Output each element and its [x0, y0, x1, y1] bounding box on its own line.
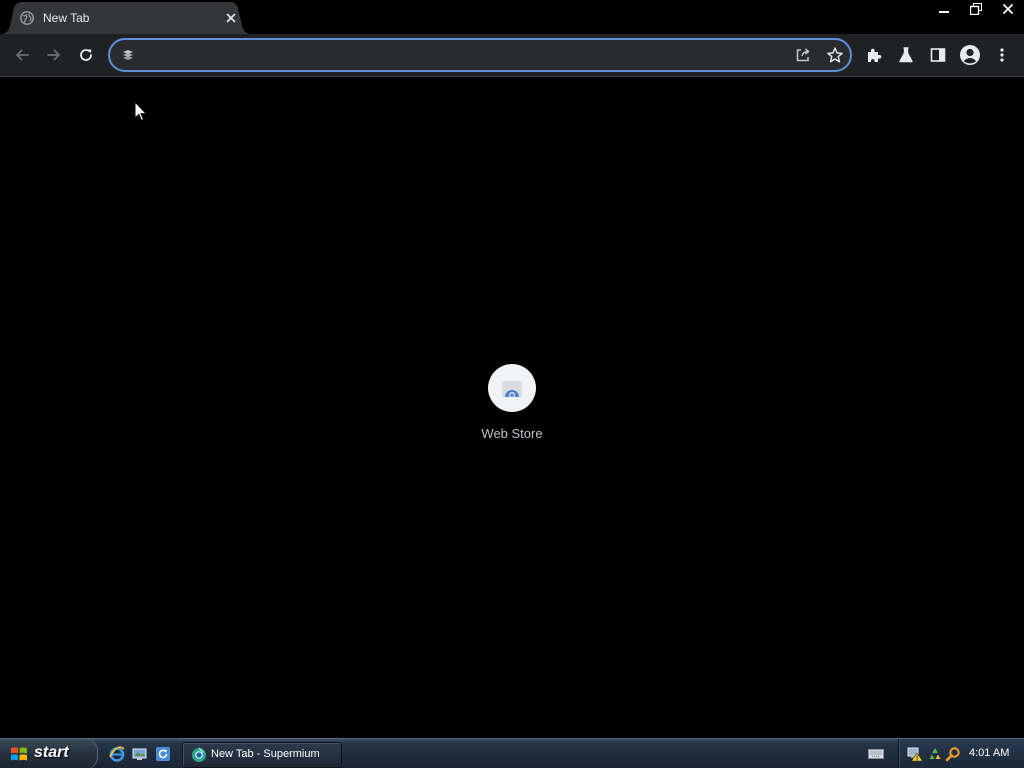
side-panel-icon	[930, 48, 946, 62]
globe-icon	[20, 11, 34, 25]
taskbar: start New Tab - Supermium 4:01 AM	[0, 738, 1024, 768]
profile-avatar-icon	[960, 45, 980, 65]
new-tab-page: Web Store	[0, 77, 1024, 738]
address-input[interactable]	[144, 44, 788, 68]
start-label: start	[34, 744, 69, 761]
extensions-button[interactable]	[860, 41, 888, 69]
tab-background	[0, 2, 252, 34]
side-panel-button[interactable]	[924, 41, 952, 69]
system-tray: 4:01 AM	[898, 739, 1024, 768]
window-close-button[interactable]	[994, 0, 1022, 18]
profile-button[interactable]	[956, 41, 984, 69]
start-button[interactable]: start	[0, 739, 98, 768]
taskbar-button-label: New Tab - Supermium	[211, 748, 320, 760]
browser-toolbar	[0, 34, 1024, 77]
refresh-app-icon[interactable]	[154, 745, 172, 763]
mouse-cursor-icon	[134, 101, 148, 122]
recycle-icon[interactable]	[927, 746, 943, 762]
search-icon[interactable]	[945, 746, 961, 762]
bookmark-star-icon[interactable]	[825, 45, 845, 65]
share-icon[interactable]	[793, 45, 813, 65]
labs-flask-icon	[899, 47, 913, 63]
show-desktop-icon[interactable]	[131, 745, 149, 763]
menu-button[interactable]	[988, 41, 1016, 69]
tab-strip: New Tab	[0, 0, 1024, 34]
forward-arrow-icon	[47, 49, 60, 61]
tab-title: New Tab	[43, 11, 90, 25]
keyboard-icon[interactable]	[868, 748, 884, 760]
tab-new-tab[interactable]: New Tab	[0, 2, 252, 34]
supermium-icon	[192, 747, 206, 762]
reload-icon	[80, 49, 92, 61]
omnibox[interactable]	[108, 38, 852, 72]
minimize-button[interactable]	[930, 0, 958, 18]
forward-button[interactable]	[40, 41, 68, 69]
shortcut-icon-circle	[488, 364, 536, 412]
internet-explorer-icon[interactable]	[108, 745, 126, 763]
minimize-icon	[939, 11, 949, 13]
screen: New Tab Web Store start New Tab - Superm…	[0, 0, 1024, 768]
close-icon	[1003, 4, 1013, 14]
close-icon[interactable]	[223, 10, 239, 26]
labs-button[interactable]	[892, 41, 920, 69]
back-button[interactable]	[8, 41, 36, 69]
shortcut-label: Web Store	[481, 426, 543, 441]
restore-icon	[970, 3, 982, 15]
extensions-puzzle-icon	[868, 48, 882, 62]
clock: 4:01 AM	[969, 747, 1010, 759]
menu-kebab-icon	[1000, 48, 1004, 62]
back-arrow-icon	[16, 49, 29, 61]
restore-button[interactable]	[962, 0, 990, 18]
taskbar-button-supermium[interactable]: New Tab - Supermium	[182, 742, 342, 768]
web-store-icon	[502, 381, 522, 398]
reload-button[interactable]	[72, 41, 100, 69]
windows-logo-icon	[11, 747, 27, 761]
page-info-icon[interactable]	[120, 47, 136, 63]
window-controls	[926, 0, 1022, 18]
network-warning-icon[interactable]	[907, 746, 923, 762]
shortcut-tile-web-store[interactable]: Web Store	[472, 364, 552, 448]
